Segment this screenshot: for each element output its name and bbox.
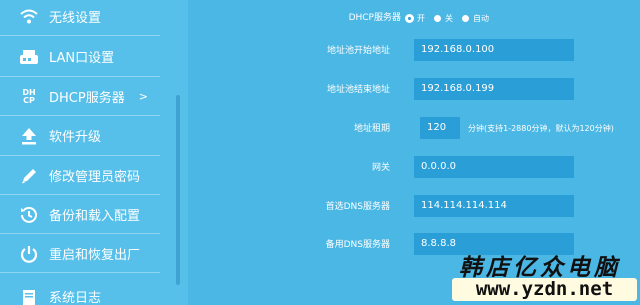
dhcp-on-radio[interactable]: 开 [406, 13, 425, 24]
dns2-label: 备用DNS服务器 [325, 240, 390, 250]
gateway-input[interactable]: 0.0.0.0 [414, 156, 574, 178]
sidebar-item-lan[interactable]: LAN口设置 [0, 37, 160, 76]
dhcp-icon: DHCP [18, 86, 40, 108]
lease-hint: 分钟(支持1-2880分钟，默认为120分钟) [468, 124, 614, 133]
sidebar-item-label: 重启和恢复出厂 [49, 248, 141, 263]
watermark-url: www.yzdn.net [452, 278, 637, 301]
sidebar-item-label: 无线设置 [49, 11, 102, 26]
dhcp-icon-text: DHCP [22, 87, 36, 105]
watermark-title: 韩店亿众电脑 [459, 254, 621, 281]
upload-icon [18, 125, 40, 147]
dhcp-on-label: 开 [417, 13, 425, 23]
dhcp-server-radio-group: 开 关 自动 [406, 4, 498, 32]
sidebar-item-dhcp[interactable]: DHCP DHCP服务器 > [0, 77, 160, 116]
start-ip-row: 地址池开始地址 192.168.0.100 [188, 37, 640, 65]
dns1-row: 首选DNS服务器 114.114.114.114 [188, 193, 640, 221]
power-icon [18, 243, 40, 265]
dhcp-off-label: 关 [445, 13, 453, 23]
sidebar-item-label: 修改管理员密码 [49, 170, 141, 185]
gateway-row: 网关 0.0.0.0 [188, 154, 640, 182]
divider [0, 272, 160, 273]
log-icon [18, 286, 40, 305]
sidebar-item-label: LAN口设置 [49, 51, 115, 66]
lease-label: 地址租期 [353, 124, 390, 134]
dhcp-auto-radio[interactable]: 自动 [462, 13, 489, 24]
dns1-input[interactable]: 114.114.114.114 [414, 195, 574, 217]
gateway-label: 网关 [371, 163, 390, 173]
sidebar-item-password[interactable]: 修改管理员密码 [0, 156, 160, 195]
end-ip-label: 地址池结束地址 [326, 85, 390, 95]
sidebar-item-wireless[interactable]: 无线设置 [0, 0, 160, 36]
sidebar-item-backup[interactable]: 备份和载入配置 [0, 195, 160, 234]
dhcp-server-row: DHCP服务器 开 关 自动 [188, 4, 640, 32]
sidebar-item-log[interactable]: 系统日志 [0, 277, 160, 305]
sidebar: 无线设置 LAN口设置 DHCP DHCP服务器 > 软件升级 修改管理员密码 … [0, 0, 188, 305]
sidebar-item-label: 软件升级 [49, 130, 102, 145]
divider [0, 35, 160, 36]
radio-unchecked-icon [434, 14, 441, 22]
radio-checked-icon [406, 14, 413, 22]
dns1-label: 首选DNS服务器 [325, 202, 390, 212]
start-ip-label: 地址池开始地址 [326, 46, 390, 56]
pencil-icon [18, 165, 40, 187]
chevron-right-icon: > [138, 90, 148, 103]
router-icon [18, 46, 40, 68]
radio-unchecked-icon [462, 14, 469, 22]
end-ip-row: 地址池结束地址 192.168.0.199 [188, 76, 640, 104]
dhcp-auto-label: 自动 [473, 13, 489, 23]
sidebar-item-label: DHCP服务器 [49, 91, 125, 106]
wifi-icon [18, 6, 40, 28]
watermark: 韩店亿众电脑 www.yzdn.net [440, 248, 640, 305]
lease-input[interactable]: 120 [420, 117, 460, 139]
sidebar-item-label: 系统日志 [49, 291, 102, 305]
history-icon [18, 204, 40, 226]
sidebar-scrollbar-thumb[interactable] [176, 95, 180, 285]
lease-row: 地址租期 120 分钟(支持1-2880分钟，默认为120分钟) [188, 115, 640, 143]
dhcp-server-label: DHCP服务器 [348, 13, 401, 23]
sidebar-item-upgrade[interactable]: 软件升级 [0, 116, 160, 155]
sidebar-item-label: 备份和载入配置 [49, 209, 141, 224]
dhcp-off-radio[interactable]: 关 [434, 13, 453, 24]
end-ip-input[interactable]: 192.168.0.199 [414, 78, 574, 100]
start-ip-input[interactable]: 192.168.0.100 [414, 39, 574, 61]
sidebar-item-reboot[interactable]: 重启和恢复出厂 [0, 234, 160, 273]
